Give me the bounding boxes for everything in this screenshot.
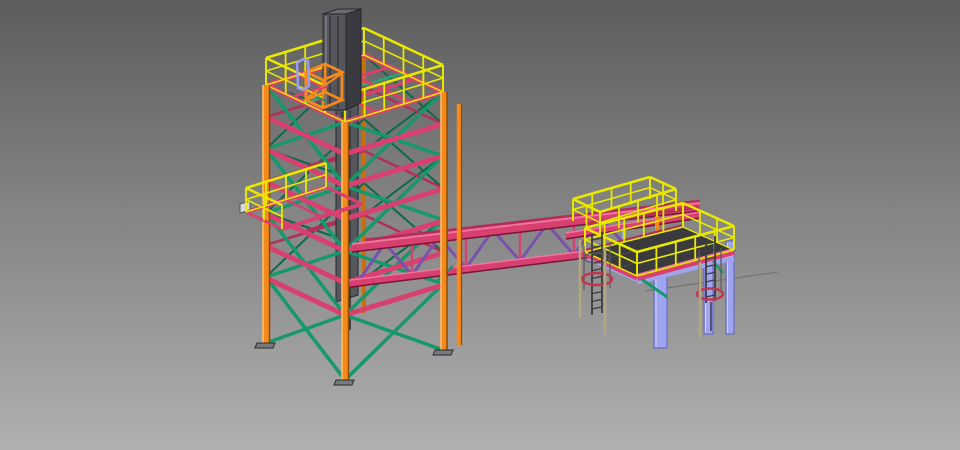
- chute-upper-side[interactable]: [346, 9, 361, 110]
- model-viewport[interactable]: [0, 0, 960, 450]
- viewport-background: [0, 0, 960, 450]
- cad-viewport[interactable]: [0, 0, 960, 450]
- base-plate[interactable]: [433, 350, 453, 355]
- base-plate[interactable]: [334, 380, 354, 385]
- base-plate[interactable]: [255, 343, 275, 348]
